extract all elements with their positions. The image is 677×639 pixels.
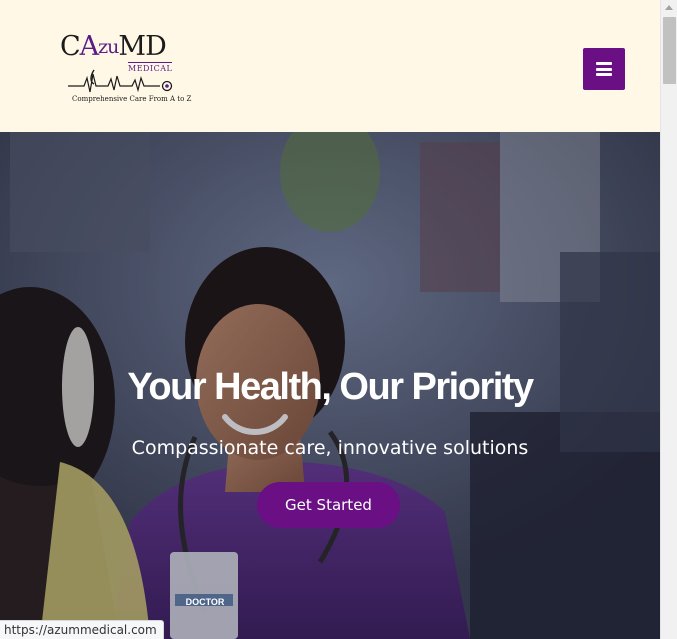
- get-started-button[interactable]: Get Started: [257, 482, 400, 528]
- hero-title: Your Health, Our Priority: [127, 366, 534, 408]
- browser-viewport: CAzuMD MEDICAL Comprehensive Care From A…: [0, 0, 660, 639]
- hero-subtitle: Compassionate care, innovative solutions: [131, 437, 529, 459]
- menu-toggle-button[interactable]: [583, 48, 625, 90]
- site-logo[interactable]: CAzuMD MEDICAL Comprehensive Care From A…: [60, 31, 191, 108]
- scroll-up-arrow-icon[interactable]: [665, 5, 673, 10]
- status-bar-url: https://azummedical.com: [0, 620, 164, 639]
- vertical-scrollbar[interactable]: [660, 0, 677, 639]
- heartbeat-stethoscope-icon: [68, 69, 173, 93]
- svg-text:DOCTOR: DOCTOR: [186, 597, 225, 607]
- badge-label: DOCTOR: [186, 597, 225, 607]
- site-header: CAzuMD MEDICAL Comprehensive Care From A…: [0, 0, 660, 132]
- hero-section: DOCTOR Your Health, Our Priority Compass…: [0, 132, 660, 639]
- scrollbar-thumb[interactable]: [663, 17, 676, 84]
- hamburger-menu-icon: [596, 62, 612, 76]
- logo-tagline: Comprehensive Care From A to Z: [72, 95, 192, 103]
- logo-wordmark: CAzuMD: [60, 31, 167, 62]
